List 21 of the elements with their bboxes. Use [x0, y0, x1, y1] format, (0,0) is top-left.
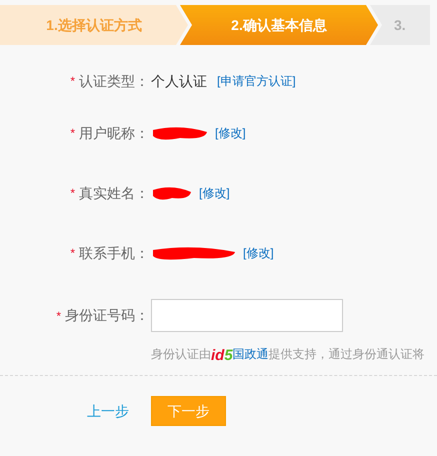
field-label: 身份证号码： [65, 306, 149, 325]
hint-text: 身份认证由 [151, 346, 211, 363]
id-number-field[interactable] [151, 299, 343, 332]
field-label: 联系手机： [79, 244, 149, 262]
field-label: 真实姓名： [79, 184, 149, 202]
required-asterisk: * [56, 308, 61, 324]
required-asterisk: * [70, 73, 75, 90]
field-label: 认证类型： [79, 72, 149, 90]
field-label: 用户昵称： [79, 124, 149, 142]
edit-link[interactable]: [申请官方认证] [217, 72, 296, 90]
required-asterisk: * [70, 185, 75, 202]
edit-link[interactable]: [修改] [243, 244, 274, 262]
edit-link[interactable]: [修改] [199, 184, 230, 202]
provider-logo: id5 [211, 348, 233, 363]
required-asterisk: * [70, 125, 75, 142]
required-asterisk: * [70, 245, 75, 262]
hint-text: 提供支持，通过身份通认证将 [268, 346, 425, 363]
provider-link[interactable]: 国政通 [232, 345, 269, 363]
field-value: 个人认证 [151, 72, 207, 90]
edit-link[interactable]: [修改] [215, 124, 246, 142]
back-link[interactable]: 上一步 [87, 400, 129, 422]
